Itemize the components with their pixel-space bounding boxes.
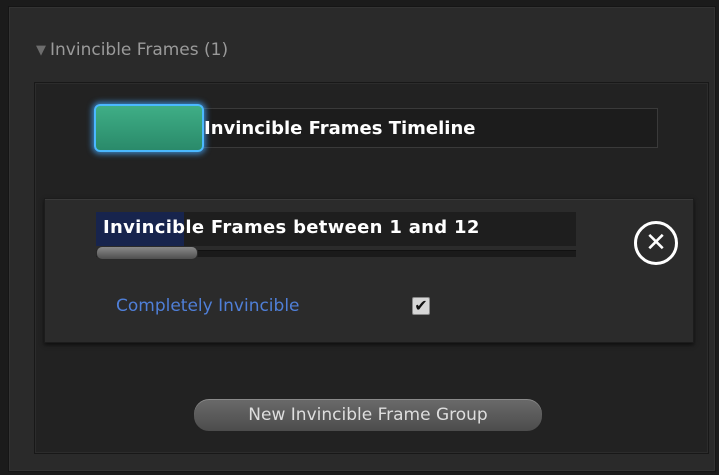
frame-range-slider-handle[interactable] (96, 246, 198, 260)
foldout-label: Invincible Frames (1) (50, 40, 229, 60)
close-circle-icon: ✕ (645, 228, 667, 258)
completely-invincible-label: Completely Invincible (116, 296, 300, 316)
new-frame-group-label: New Invincible Frame Group (248, 405, 488, 425)
foldout-header[interactable]: ▼ Invincible Frames (1) (36, 40, 228, 60)
remove-group-button[interactable]: ✕ (634, 221, 678, 265)
completely-invincible-checkbox[interactable]: ✔ (412, 297, 430, 315)
timeline-label: Invincible Frames Timeline (204, 118, 476, 139)
new-frame-group-button[interactable]: New Invincible Frame Group (193, 398, 543, 432)
checkmark-icon: ✔ (414, 296, 428, 315)
triangle-down-icon: ▼ (36, 42, 46, 58)
timeline-handle[interactable] (94, 104, 204, 152)
range-label: Invincible Frames between 1 and 12 (103, 217, 480, 238)
